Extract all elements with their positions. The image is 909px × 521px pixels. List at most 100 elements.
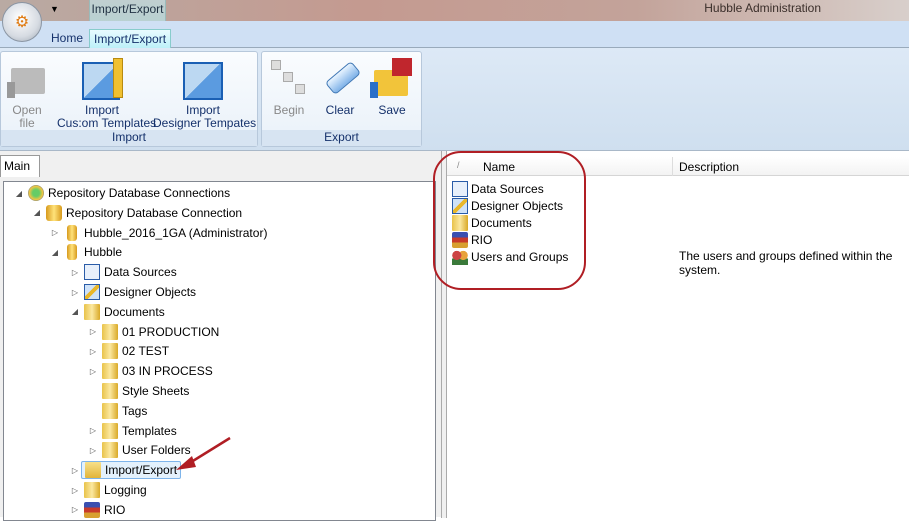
import-custom-templates-button[interactable]: Import Cus:om Templates [57, 56, 157, 130]
begin-label: Begin [273, 103, 305, 117]
begin-button[interactable]: Begin [266, 56, 312, 117]
books-icon [452, 231, 468, 248]
save-label: Save [378, 103, 406, 117]
tab-home[interactable]: Home [47, 31, 87, 48]
main-area: Main ◢ Repository Database Connections ◢ Re… [0, 150, 909, 521]
tree-item-label: Hubble_2016_1GA (Administrator) [84, 225, 268, 240]
tree-item[interactable]: ▷ 03 IN PROCESS [87, 362, 213, 380]
content-list: / Name Description Data Sources Designer … [447, 151, 909, 518]
tree-item[interactable]: ▷ RIO [69, 501, 125, 519]
tree-item-label: Designer Objects [104, 285, 197, 299]
import-custom-templates-label: Import Cus:om Templates [57, 103, 157, 130]
tree-item-label: Logging [104, 483, 147, 497]
tree-item[interactable]: ▷ Templates [87, 422, 177, 440]
tree-item[interactable]: ▷ Hubble_2016_1GA (Administrator) [49, 224, 267, 242]
expand-arrow-icon[interactable]: ▷ [87, 426, 99, 435]
tree-item-label: Style Sheets [122, 384, 190, 398]
sort-indicator: / [457, 160, 460, 170]
column-header-name[interactable]: Name [483, 160, 515, 174]
folder-icon [452, 214, 468, 231]
datasource-icon [452, 180, 468, 197]
expand-arrow-icon[interactable]: ▷ [49, 228, 61, 237]
list-item[interactable]: Documents [452, 214, 532, 231]
collapse-arrow-icon[interactable]: ◢ [31, 208, 43, 217]
clear-label: Clear [325, 103, 355, 117]
tree-item-label: 01 PRODUCTION [122, 324, 220, 339]
app-title: Hubble Administration [704, 1, 821, 15]
tree-item[interactable]: ▷ 01 PRODUCTION [87, 323, 219, 341]
list-item-name: Data Sources [471, 181, 544, 196]
ribbon-tabs: Home Import/Export [0, 21, 909, 48]
quick-access-dropdown-icon[interactable]: ▼ [50, 4, 59, 14]
expand-arrow-icon[interactable]: ▷ [69, 466, 81, 475]
save-folder-icon [370, 56, 414, 100]
tree-item-label: Repository Database Connections [48, 186, 231, 200]
list-item-name: RIO [471, 232, 493, 247]
list-item[interactable]: Designer Objects [452, 197, 563, 214]
import-group-label: Import [1, 130, 257, 146]
tree-item[interactable]: ◢ Repository Database Connections [13, 184, 230, 202]
list-item-name: Designer Objects [471, 198, 564, 213]
folder-icon [102, 383, 118, 399]
expand-arrow-icon[interactable]: ▷ [69, 486, 81, 495]
tab-import-export[interactable]: Import/Export [89, 29, 172, 48]
template-icon [181, 56, 225, 100]
users-icon [452, 248, 468, 265]
tree-item-label: Data Sources [104, 265, 177, 280]
expand-arrow-icon[interactable]: ▷ [87, 327, 99, 336]
tree-item-label: 03 IN PROCESS [122, 364, 213, 379]
tree-item-label: RIO [104, 502, 126, 517]
wrench-icon [84, 284, 100, 300]
tree-item-label: Repository Database Connection [66, 205, 243, 220]
folder-icon [102, 343, 118, 360]
wrench-icon [452, 197, 468, 214]
expand-arrow-icon[interactable]: ▷ [69, 505, 81, 514]
save-button[interactable]: Save [370, 56, 414, 117]
export-group: Begin Clear Save Export [261, 51, 422, 147]
network-db-icon [28, 185, 44, 201]
import-designer-templates-button[interactable]: Import Designer Tempates [153, 56, 256, 130]
tree-item[interactable]: ◢ Repository Database Connection [31, 204, 242, 222]
eraser-icon [320, 56, 364, 100]
collapse-arrow-icon[interactable]: ◢ [13, 189, 25, 198]
books-icon [84, 501, 100, 518]
expand-arrow-icon[interactable]: ▷ [87, 367, 99, 376]
tree-item[interactable]: ▷ 02 TEST [87, 342, 169, 360]
expand-arrow-icon[interactable]: ▷ [69, 268, 81, 277]
list-item-name: Users and Groups [471, 249, 569, 264]
tree-item-label: 02 TEST [122, 344, 170, 359]
expand-arrow-icon[interactable]: ▷ [87, 446, 99, 455]
list-item[interactable]: Data Sources [452, 180, 544, 197]
tree-item[interactable]: Style Sheets [87, 382, 189, 400]
import-group: Open file Import Cus:om Templates Import… [0, 51, 258, 147]
list-item[interactable]: Users and Groups [452, 248, 568, 265]
application-menu-button[interactable]: ⚙ [2, 2, 42, 42]
tab-main[interactable]: Main [0, 155, 40, 177]
expand-arrow-icon[interactable]: ▷ [87, 347, 99, 356]
collapse-arrow-icon[interactable]: ◢ [49, 248, 61, 257]
tree-item[interactable]: ▷ Logging [69, 481, 147, 499]
tree-item[interactable]: ▷ Import/Export [69, 461, 182, 480]
open-file-button[interactable]: Open file [3, 56, 51, 130]
open-folder-icon [5, 56, 49, 100]
tree-item[interactable]: ▷ Designer Objects [69, 283, 196, 301]
folder-icon [102, 402, 118, 419]
list-item[interactable]: RIO [452, 231, 492, 248]
tree-icon [267, 56, 311, 100]
clear-button[interactable]: Clear [320, 56, 362, 117]
column-header-description[interactable]: Description [679, 160, 739, 174]
template-ruler-icon [80, 56, 124, 100]
tree-item[interactable]: ◢ Documents [69, 303, 165, 321]
folder-icon [102, 422, 118, 439]
folder-icon [102, 323, 118, 340]
gear-icon: ⚙ [14, 14, 30, 31]
expand-arrow-icon[interactable]: ▷ [69, 288, 81, 297]
collapse-arrow-icon[interactable]: ◢ [69, 307, 81, 316]
tree-item[interactable]: Tags [87, 402, 147, 420]
tree-item[interactable]: ◢ Hubble [49, 243, 122, 261]
folder-icon [102, 363, 118, 380]
annotation-arrow [176, 436, 231, 470]
tree-item-label: Tags [122, 403, 148, 418]
db-icon [67, 224, 77, 241]
tree-item[interactable]: ▷ Data Sources [69, 263, 177, 281]
